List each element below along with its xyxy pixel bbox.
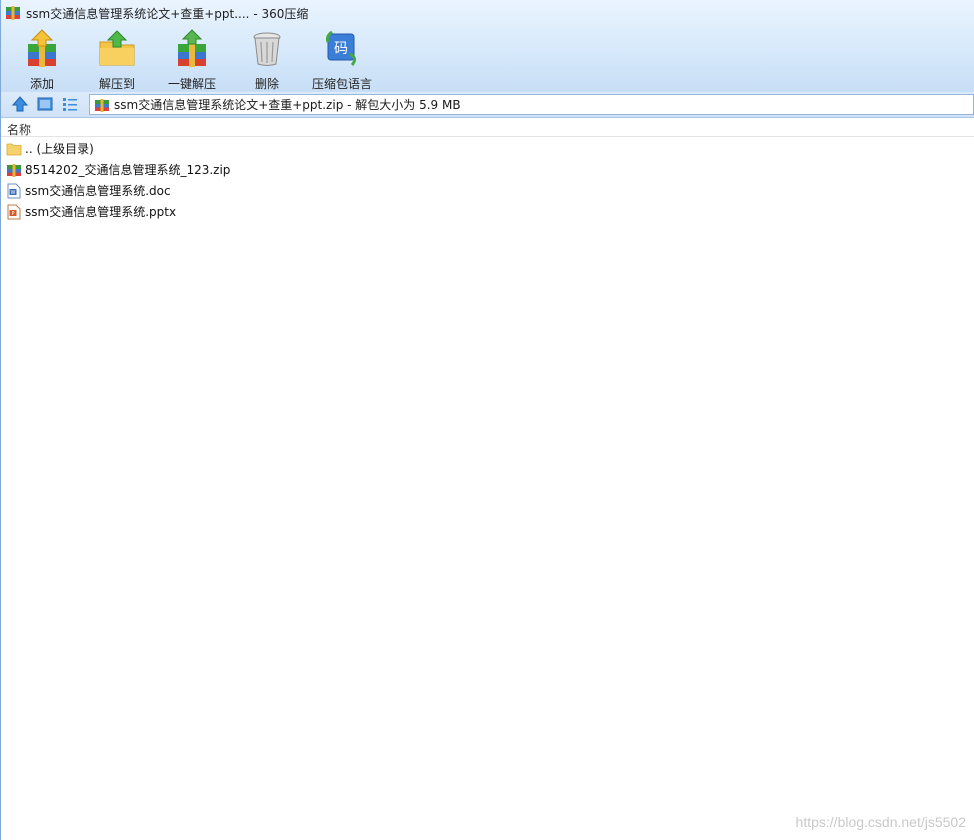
svg-text:P: P xyxy=(11,211,14,217)
zip-archive-icon xyxy=(95,98,109,112)
one-click-extract-button[interactable]: 一键解压 xyxy=(156,28,228,92)
list-item-parent-dir[interactable]: .. (上级目录) xyxy=(1,138,974,159)
delete-button[interactable]: 删除 xyxy=(231,28,303,92)
thumbnail-view-icon[interactable] xyxy=(36,95,54,113)
zip-archive-icon xyxy=(7,163,21,177)
watermark: https://blog.csdn.net/js5502 xyxy=(795,814,966,830)
svg-text:码: 码 xyxy=(334,41,348,57)
app-window: ssm交通信息管理系统论文+查重+ppt.... - 360压缩 添加 解压到 … xyxy=(0,0,974,840)
archive-encoding-button[interactable]: 码 压缩包语言 xyxy=(306,28,378,92)
encoding-icon: 码 xyxy=(326,30,357,66)
list-item-label: ssm交通信息管理系统.pptx xyxy=(25,205,177,219)
trash-bin-icon xyxy=(253,32,281,66)
folder-extract-icon xyxy=(99,30,135,66)
address-text: ssm交通信息管理系统论文+查重+ppt.zip - 解包大小为 5.9 MB xyxy=(114,98,461,112)
list-item-pptx[interactable]: P ssm交通信息管理系统.pptx xyxy=(1,201,974,222)
list-item-label: .. (上级目录) xyxy=(25,142,94,156)
column-name-header[interactable]: 名称 xyxy=(7,121,31,138)
word-doc-icon: W xyxy=(7,183,21,198)
encoding-label: 压缩包语言 xyxy=(311,77,372,91)
file-list: .. (上级目录) 8514202_交通信息管理系统_123.zip W ssm… xyxy=(1,138,974,222)
add-button[interactable]: 添加 xyxy=(6,28,78,92)
title-bar: ssm交通信息管理系统论文+查重+ppt.... - 360压缩 xyxy=(1,0,974,26)
address-bar: ssm交通信息管理系统论文+查重+ppt.zip - 解包大小为 5.9 MB xyxy=(1,92,974,118)
one-click-extract-icon xyxy=(178,29,206,67)
one-click-extract-label: 一键解压 xyxy=(167,77,216,91)
svg-text:W: W xyxy=(11,190,16,196)
list-view-icon[interactable] xyxy=(61,95,79,113)
powerpoint-icon: P xyxy=(7,204,21,219)
window-title: ssm交通信息管理系统论文+查重+ppt.... - 360压缩 xyxy=(26,6,309,21)
folder-icon xyxy=(6,143,22,155)
list-item-zip[interactable]: 8514202_交通信息管理系统_123.zip xyxy=(1,159,974,180)
top-frame: ssm交通信息管理系统论文+查重+ppt.... - 360压缩 添加 解压到 … xyxy=(1,0,974,92)
app-logo-icon xyxy=(6,6,20,20)
extract-to-label: 解压到 xyxy=(98,77,135,91)
address-field[interactable]: ssm交通信息管理系统论文+查重+ppt.zip - 解包大小为 5.9 MB xyxy=(89,94,974,115)
list-item-label: ssm交通信息管理系统.doc xyxy=(25,184,171,198)
extract-to-button[interactable]: 解压到 xyxy=(81,28,153,92)
list-item-label: 8514202_交通信息管理系统_123.zip xyxy=(25,163,231,177)
add-label: 添加 xyxy=(29,77,54,91)
add-archive-icon xyxy=(28,29,56,67)
delete-label: 删除 xyxy=(254,77,279,91)
list-header[interactable]: 名称 xyxy=(1,119,974,137)
list-item-doc[interactable]: W ssm交通信息管理系统.doc xyxy=(1,180,974,201)
up-level-icon[interactable] xyxy=(11,95,29,113)
